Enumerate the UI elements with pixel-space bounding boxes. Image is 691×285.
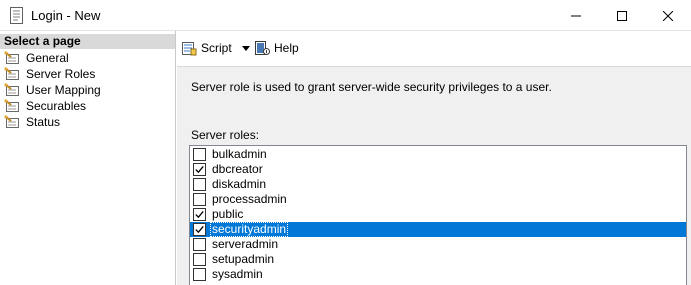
role-name: securityadmin <box>210 222 289 237</box>
title-bar: Login - New <box>0 0 691 31</box>
script-label: Script <box>201 41 232 55</box>
role-row-securityadmin[interactable]: securityadmin <box>190 222 686 237</box>
role-checkbox[interactable] <box>193 223 206 236</box>
role-row-sysadmin[interactable]: sysadmin <box>190 267 686 282</box>
close-icon <box>663 10 673 21</box>
role-checkbox[interactable] <box>193 148 206 161</box>
role-name: sysadmin <box>212 267 263 281</box>
help-label: Help <box>274 41 299 55</box>
server-roles-page: Script Help Server role is used to grant… <box>177 31 691 285</box>
script-icon <box>182 42 197 56</box>
checkmark-icon <box>195 225 204 234</box>
script-button[interactable]: Script <box>181 39 250 57</box>
select-page-header: Select a page <box>0 34 175 49</box>
checkmark-icon <box>195 165 204 174</box>
toolbar: Script Help <box>177 31 691 67</box>
role-row-processadmin[interactable]: processadmin <box>190 192 686 207</box>
page-item-server-roles[interactable]: Server Roles <box>0 66 175 82</box>
role-row-dbcreator[interactable]: dbcreator <box>190 162 686 177</box>
role-name: processadmin <box>212 192 287 206</box>
minimize-icon <box>571 15 581 16</box>
chevron-down-icon[interactable] <box>241 45 250 51</box>
wrench-page-icon <box>4 83 19 96</box>
role-row-public[interactable]: public <box>190 207 686 222</box>
page-item-label: Server Roles <box>26 67 96 81</box>
page-item-securables[interactable]: Securables <box>0 98 175 114</box>
page-list: General Server Roles User Mapping Secura… <box>0 50 175 130</box>
page-item-user-mapping[interactable]: User Mapping <box>0 82 175 98</box>
role-row-setupadmin[interactable]: setupadmin <box>190 252 686 267</box>
help-button[interactable]: Help <box>254 39 299 57</box>
checkmark-icon <box>195 210 204 219</box>
select-page-label: Select a page <box>4 34 81 48</box>
page-description: Server role is used to grant server-wide… <box>191 80 552 94</box>
close-button[interactable] <box>645 0 691 31</box>
role-name: dbcreator <box>212 162 263 176</box>
page-item-label: Status <box>26 115 61 129</box>
document-icon <box>10 7 23 24</box>
role-row-diskadmin[interactable]: diskadmin <box>190 177 686 192</box>
page-item-label: User Mapping <box>26 83 101 97</box>
wrench-page-icon <box>4 115 19 128</box>
role-checkbox[interactable] <box>193 253 206 266</box>
window-title: Login - New <box>31 8 101 23</box>
wrench-page-icon <box>4 51 19 64</box>
role-checkbox[interactable] <box>193 163 206 176</box>
role-name: public <box>212 207 244 221</box>
page-item-general[interactable]: General <box>0 50 175 66</box>
role-checkbox[interactable] <box>193 268 206 281</box>
page-item-status[interactable]: Status <box>0 114 175 130</box>
page-item-label: Securables <box>26 99 87 113</box>
wrench-page-icon <box>4 99 19 112</box>
maximize-button[interactable] <box>599 0 645 31</box>
role-checkbox[interactable] <box>193 208 206 221</box>
role-row-bulkadmin[interactable]: bulkadmin <box>190 147 686 162</box>
minimize-button[interactable] <box>553 0 599 31</box>
role-name: diskadmin <box>212 177 267 191</box>
role-name: bulkadmin <box>212 147 267 161</box>
wrench-page-icon <box>4 67 19 80</box>
role-checkbox[interactable] <box>193 193 206 206</box>
role-row-serveradmin[interactable]: serveradmin <box>190 237 686 252</box>
role-checkbox[interactable] <box>193 238 206 251</box>
page-selector-pane: Select a page General Server Roles User … <box>0 31 176 285</box>
role-name: serveradmin <box>212 237 279 251</box>
server-roles-list[interactable]: bulkadmin dbcreator diskadmin processadm… <box>189 145 687 285</box>
role-name: setupadmin <box>212 252 275 266</box>
server-roles-label: Server roles: <box>191 128 260 142</box>
help-book-icon <box>255 41 270 55</box>
maximize-icon <box>617 10 627 21</box>
role-checkbox[interactable] <box>193 178 206 191</box>
page-item-label: General <box>26 51 69 65</box>
